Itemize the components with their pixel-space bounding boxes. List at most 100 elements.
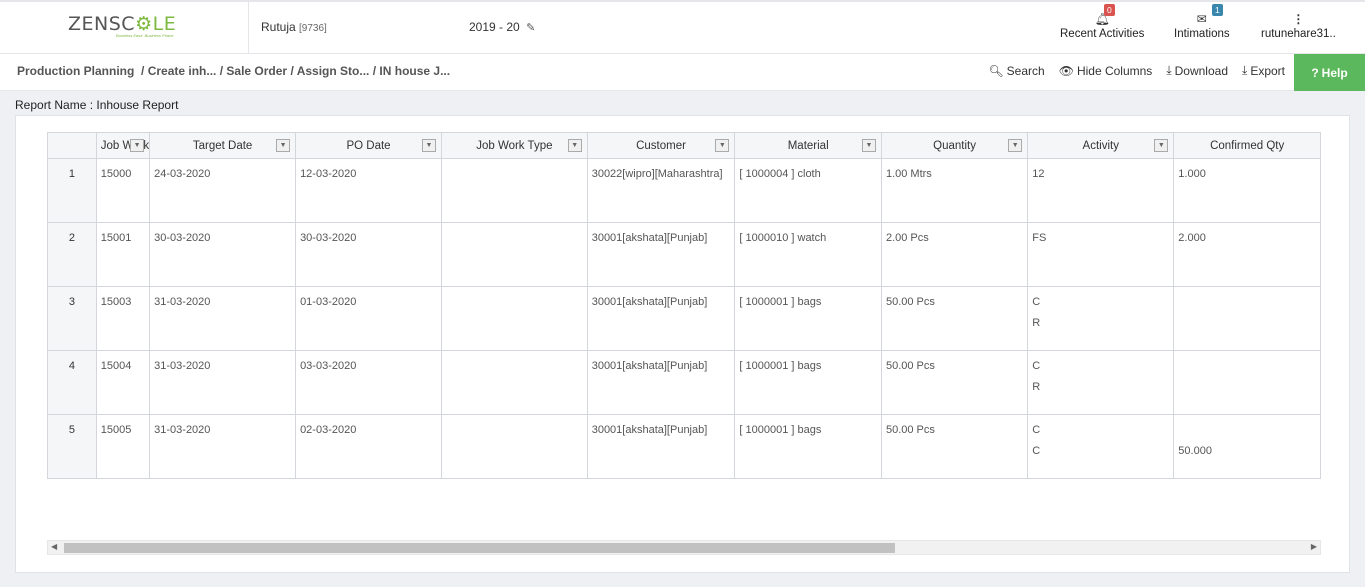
- job-work-type-cell[interactable]: [440, 350, 588, 415]
- column-header-material[interactable]: Material ▼: [734, 132, 882, 159]
- intimations-button[interactable]: ✉ 1 Intimations: [1174, 4, 1230, 40]
- filter-icon[interactable]: ▼: [276, 139, 291, 152]
- activity-cell[interactable]: CR: [1027, 350, 1175, 415]
- fiscal-year[interactable]: 2019 - 20 ✎: [469, 20, 535, 34]
- row-number-cell[interactable]: 2: [47, 222, 97, 287]
- quantity-cell[interactable]: 50.00 Pcs: [880, 286, 1029, 351]
- job-work-cell[interactable]: 15005: [95, 414, 151, 479]
- confirmed-qty-cell[interactable]: 1.000: [1173, 158, 1321, 223]
- po-date-cell[interactable]: 03-03-2020: [295, 350, 442, 415]
- edit-icon[interactable]: ✎: [526, 21, 535, 34]
- row-number-cell[interactable]: 4: [47, 350, 97, 415]
- breadcrumb-root[interactable]: Production Planning: [17, 64, 134, 78]
- customer-cell[interactable]: 30001[akshata][Punjab]: [586, 286, 736, 351]
- activity-cell[interactable]: FS: [1027, 222, 1175, 287]
- breadcrumb-item[interactable]: Assign Sto...: [297, 64, 370, 78]
- row-number-cell[interactable]: 1: [47, 158, 97, 223]
- quantity-cell[interactable]: 50.00 Pcs: [880, 414, 1029, 479]
- activity-cell[interactable]: CR: [1027, 286, 1175, 351]
- table-row[interactable]: 3 15003 31-03-2020 01-03-2020 30001[akshata]…: [47, 286, 1321, 351]
- material-cell[interactable]: [ 1000001 ] bags: [734, 350, 882, 415]
- job-work-type-cell[interactable]: [440, 222, 588, 287]
- job-work-type-cell[interactable]: [440, 414, 588, 479]
- filter-icon[interactable]: ▼: [421, 139, 436, 152]
- row-number-header: [47, 132, 97, 159]
- help-button[interactable]: ? Help: [1294, 54, 1365, 91]
- material-cell[interactable]: [ 1000001 ] bags: [734, 414, 882, 479]
- confirmed-qty-cell-line: 1.000: [1178, 168, 1206, 180]
- breadcrumb-item[interactable]: Sale Order: [226, 64, 287, 78]
- customer-cell[interactable]: 30022[wipro][Maharashtra]: [586, 158, 736, 223]
- customer-cell[interactable]: 30001[akshata][Punjab]: [586, 222, 736, 287]
- material-cell[interactable]: [ 1000001 ] bags: [734, 286, 882, 351]
- column-header-job-work-type[interactable]: Job Work Type ▼: [440, 132, 588, 159]
- customer-cell[interactable]: 30001[akshata][Punjab]: [586, 350, 736, 415]
- search-icon: 🔍︎: [988, 63, 1004, 78]
- export-button[interactable]: ⤓ Export: [1242, 63, 1285, 78]
- table-row[interactable]: 5 15005 31-03-2020 02-03-2020 30001[akshata]…: [47, 414, 1321, 479]
- breadcrumb-item[interactable]: IN house J...: [379, 64, 450, 78]
- target-date-cell[interactable]: 24-03-2020: [149, 158, 297, 223]
- target-date-cell[interactable]: 31-03-2020: [149, 286, 297, 351]
- filter-icon[interactable]: ▼: [130, 139, 145, 152]
- job-work-type-cell[interactable]: [440, 158, 588, 223]
- toolbar: 🔍︎ Search 👁︎ Hide Columns ⤓ Download ⤓ Expor…: [988, 63, 1285, 78]
- po-date-cell[interactable]: 30-03-2020: [295, 222, 442, 287]
- job-work-cell[interactable]: 15004: [95, 350, 151, 415]
- material-cell[interactable]: [ 1000004 ] cloth: [734, 158, 882, 223]
- column-header-po-date[interactable]: PO Date ▼: [295, 132, 442, 159]
- confirmed-qty-cell[interactable]: [1173, 286, 1321, 351]
- activity-cell[interactable]: 12: [1027, 158, 1175, 223]
- po-date-cell[interactable]: 02-03-2020: [295, 414, 442, 479]
- hide-columns-button[interactable]: 👁︎ Hide Columns: [1059, 63, 1153, 78]
- recent-activities-button[interactable]: 🔔︎ 0 Recent Activities: [1060, 4, 1144, 40]
- table-row[interactable]: 4 15004 31-03-2020 03-03-2020 30001[akshata]…: [47, 350, 1321, 415]
- quantity-cell[interactable]: 1.00 Mtrs: [880, 158, 1029, 223]
- breadcrumb-item[interactable]: Create inh...: [148, 64, 217, 78]
- column-header-job-work[interactable]: Job Work ▼: [95, 132, 151, 159]
- job-work-cell[interactable]: 15000: [95, 158, 151, 223]
- confirmed-qty-cell[interactable]: [1173, 350, 1321, 415]
- row-number-cell[interactable]: 3: [47, 286, 97, 351]
- po-date-cell[interactable]: 12-03-2020: [295, 158, 442, 223]
- column-header-quantity[interactable]: Quantity ▼: [880, 132, 1029, 159]
- row-number-cell[interactable]: 5: [47, 414, 97, 479]
- report-grid[interactable]: Job Work ▼ Target Date ▼ PO Date ▼ Job Work…: [47, 132, 1321, 479]
- target-date-cell[interactable]: 31-03-2020: [149, 350, 297, 415]
- top-header: ZENSC⚙LE Business Ease. Business Peace. …: [0, 0, 1365, 54]
- material-cell[interactable]: [ 1000010 ] watch: [734, 222, 882, 287]
- scroll-left-arrow-icon[interactable]: ◀: [51, 542, 57, 551]
- column-header-customer[interactable]: Customer ▼: [586, 132, 736, 159]
- column-header-target-date[interactable]: Target Date ▼: [149, 132, 297, 159]
- quantity-cell[interactable]: 2.00 Pcs: [880, 222, 1029, 287]
- po-date-cell[interactable]: 01-03-2020: [295, 286, 442, 351]
- confirmed-qty-cell[interactable]: 50.000: [1173, 414, 1321, 479]
- target-date-cell[interactable]: 30-03-2020: [149, 222, 297, 287]
- horizontal-scrollbar[interactable]: ◀ ▶: [47, 540, 1321, 555]
- column-header-activity[interactable]: Activity ▼: [1027, 132, 1175, 159]
- filter-icon[interactable]: ▼: [1008, 139, 1023, 152]
- target-date-cell[interactable]: 31-03-2020: [149, 414, 297, 479]
- job-work-cell[interactable]: 15001: [95, 222, 151, 287]
- download-button[interactable]: ⤓ Download: [1166, 63, 1228, 78]
- search-button[interactable]: 🔍︎ Search: [988, 63, 1044, 78]
- activity-cell[interactable]: CC: [1027, 414, 1175, 479]
- table-row[interactable]: 2 15001 30-03-2020 30-03-2020 30001[akshata]…: [47, 222, 1321, 287]
- job-work-type-cell[interactable]: [440, 286, 588, 351]
- job-work-cell[interactable]: 15003: [95, 286, 151, 351]
- logo-area[interactable]: ZENSC⚙LE Business Ease. Business Peace.: [0, 2, 249, 54]
- column-header-confirmed-qty[interactable]: Confirmed Qty: [1173, 132, 1321, 159]
- scroll-right-arrow-icon[interactable]: ▶: [1311, 542, 1317, 551]
- user-menu-button[interactable]: ⋮ rutunehare31..: [1261, 10, 1336, 40]
- filter-icon[interactable]: ▼: [1154, 139, 1169, 152]
- intimations-label: Intimations: [1174, 28, 1230, 40]
- filter-icon[interactable]: ▼: [861, 139, 876, 152]
- filter-icon[interactable]: ▼: [715, 139, 730, 152]
- customer-cell[interactable]: 30001[akshata][Punjab]: [586, 414, 736, 479]
- filter-icon[interactable]: ▼: [567, 139, 582, 152]
- quantity-cell[interactable]: 50.00 Pcs: [880, 350, 1029, 415]
- table-row[interactable]: 1 15000 24-03-2020 12-03-2020 30022[wipro][M…: [47, 158, 1321, 223]
- logo[interactable]: ZENSC⚙LE: [68, 13, 176, 35]
- scrollbar-thumb[interactable]: [64, 543, 895, 553]
- confirmed-qty-cell[interactable]: 2.000: [1173, 222, 1321, 287]
